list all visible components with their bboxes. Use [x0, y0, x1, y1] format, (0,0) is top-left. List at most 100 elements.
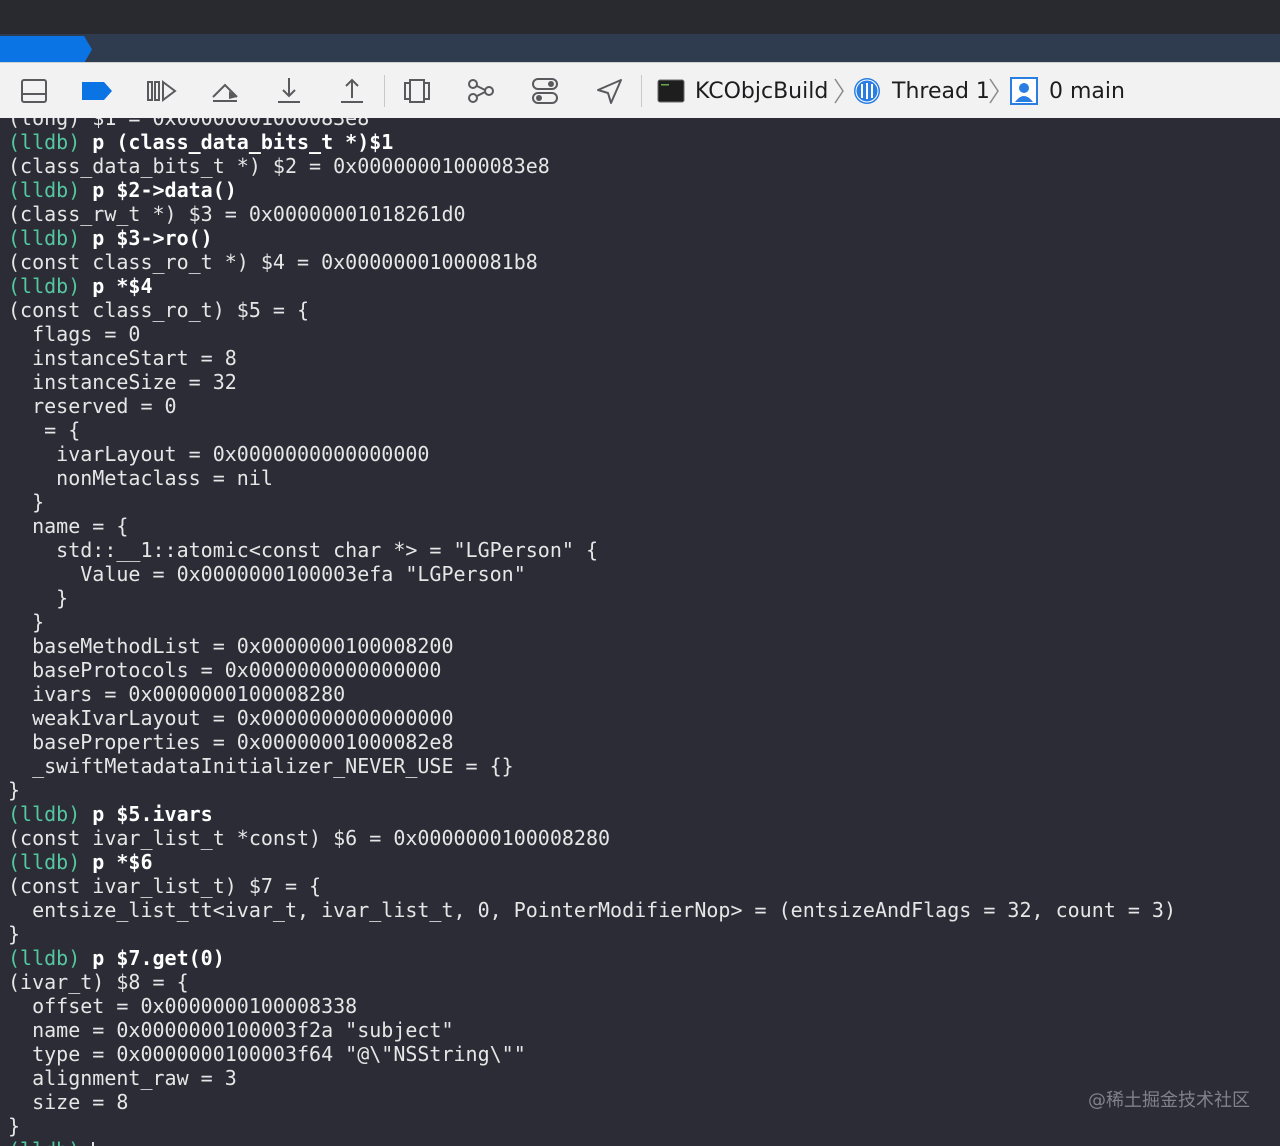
code-line-28-current[interactable]: 28 NSObject *n = [NSObject alloc];: [0, 34, 1280, 154]
step-out-button[interactable]: [334, 73, 370, 109]
lldb-command: p *$6: [92, 850, 153, 874]
console-command-line: (lldb) p $3->ro(): [8, 226, 1176, 250]
memory-graph-button[interactable]: [463, 73, 499, 109]
panel-icon: [21, 79, 47, 103]
console-output-line: = {: [8, 418, 81, 442]
breakpoints-toggle-button[interactable]: [79, 73, 115, 109]
lldb-prompt: (lldb): [8, 946, 81, 970]
console-output-line: name = {: [8, 514, 129, 538]
view-debugger-icon: [404, 79, 430, 103]
console-output-line: reserved = 0: [8, 394, 177, 418]
console-output-line: alignment_raw = 3: [8, 1066, 237, 1090]
console-command-line: (lldb) p $7.get(0): [8, 946, 1176, 970]
console-output-line: (const ivar_list_t *const) $6 = 0x000000…: [8, 826, 611, 850]
lldb-console[interactable]: (long) $1 = 0x00000001000083e8 (lldb) p (…: [0, 118, 1280, 1146]
view-hierarchy-button[interactable]: [399, 73, 435, 109]
simulate-location-button[interactable]: [591, 73, 627, 109]
source-editor[interactable]: 27 LGPerson *p = [LGPerson alloc] ; 28 N…: [0, 0, 1280, 154]
chevron-right-icon: [834, 78, 844, 104]
lldb-prompt: (lldb): [8, 850, 81, 874]
console-output-line: (long) $1 = 0x00000001000083e8: [8, 118, 370, 130]
lldb-command: p *$4: [92, 274, 153, 298]
step-into-button[interactable]: [271, 73, 307, 109]
thread-icon: [852, 76, 882, 106]
code-line-27[interactable]: 27 LGPerson *p = [LGPerson alloc] ;: [0, 3, 1280, 92]
breadcrumb-thread[interactable]: Thread 1: [852, 71, 990, 111]
terminal-icon: [657, 79, 685, 103]
toggles-icon: [532, 78, 558, 104]
user-frame-icon: [1009, 76, 1039, 106]
lldb-command: p $2->data(): [92, 178, 237, 202]
console-output-line: ivarLayout = 0x0000000000000000: [8, 442, 430, 466]
continue-button[interactable]: [143, 73, 179, 109]
console-output-line: (class_data_bits_t *) $2 = 0x00000001000…: [8, 154, 550, 178]
console-output-line: }: [8, 778, 21, 802]
console-output-line: entsize_list_tt<ivar_t, ivar_list_t, 0, …: [8, 898, 1176, 922]
lldb-command: p (class_data_bits_t *)$1: [92, 130, 394, 154]
console-output-line: (ivar_t) $8 = {: [8, 970, 189, 994]
console-output-line: }: [8, 490, 45, 514]
console-command-line: (lldb): [8, 1138, 1176, 1146]
console-output-line: name = 0x0000000100003f2a "subject": [8, 1018, 454, 1042]
console-output-line: offset = 0x0000000100008338: [8, 994, 358, 1018]
console-output-line: _swiftMetadataInitializer_NEVER_USE = {}: [8, 754, 514, 778]
console-output-line: }: [8, 586, 69, 610]
lldb-prompt: (lldb): [8, 130, 81, 154]
console-output-line: type = 0x0000000100003f64 "@\"NSString\"…: [8, 1042, 526, 1066]
environment-overrides-button[interactable]: [527, 73, 563, 109]
console-output-line: weakIvarLayout = 0x0000000000000000: [8, 706, 454, 730]
lldb-command: p $5.ivars: [92, 802, 213, 826]
breadcrumb-frame-label: 0 main: [1049, 78, 1125, 104]
step-over-button[interactable]: [207, 73, 243, 109]
console-command-line: (lldb) p *$4: [8, 274, 1176, 298]
console-output-line: (const ivar_list_t) $7 = {: [8, 874, 322, 898]
memory-graph-icon: [468, 79, 494, 103]
chevron-right-icon: [989, 78, 999, 104]
lldb-prompt: (lldb): [8, 226, 81, 250]
text-cursor: [92, 1141, 95, 1146]
console-output-line: flags = 0: [8, 322, 141, 346]
debug-bar: KCObjcBuild Thread 1 0 main: [0, 62, 1280, 120]
console-command-line: (lldb) p *$6: [8, 850, 1176, 874]
console-output-line: std::__1::atomic<const char *> = "LGPers…: [8, 538, 599, 562]
lldb-prompt: (lldb): [8, 802, 81, 826]
breadcrumb-target[interactable]: KCObjcBuild: [657, 71, 828, 111]
breadcrumb-frame[interactable]: 0 main: [1009, 71, 1125, 111]
console-output-line: ivars = 0x0000000100008280: [8, 682, 346, 706]
continue-icon: [147, 80, 177, 102]
step-out-icon: [341, 78, 363, 103]
console-output-line: baseProtocols = 0x0000000000000000: [8, 658, 442, 682]
toolbar-divider: [384, 75, 385, 107]
console-output-line: size = 8: [8, 1090, 129, 1114]
toolbar-divider: [641, 75, 642, 107]
console-output-line: Value = 0x0000000100003efa "LGPerson": [8, 562, 526, 586]
console-output-line: (const class_ro_t) $5 = {: [8, 298, 310, 322]
console-output-line: baseProperties = 0x00000001000082e8: [8, 730, 454, 754]
console-output-line: }: [8, 1114, 21, 1138]
console-command-line: (lldb) p (class_data_bits_t *)$1: [8, 130, 1176, 154]
step-over-icon: [212, 83, 238, 102]
console-output-line: }: [8, 922, 21, 946]
step-into-icon: [278, 78, 300, 103]
lldb-prompt: (lldb): [8, 274, 81, 298]
hide-debug-area-button[interactable]: [16, 73, 52, 109]
console-output-line: instanceSize = 32: [8, 370, 237, 394]
console-command-line: (lldb) p $5.ivars: [8, 802, 1176, 826]
console-output: (long) $1 = 0x00000001000083e8 (lldb) p (…: [8, 118, 1176, 1146]
console-output-line: baseMethodList = 0x0000000100008200: [8, 634, 454, 658]
watermark: @稀土掘金技术社区: [1088, 1090, 1250, 1111]
console-output-line: }: [8, 610, 45, 634]
console-output-line: (class_rw_t *) $3 = 0x00000001018261d0: [8, 202, 466, 226]
breadcrumb-target-label: KCObjcBuild: [695, 78, 829, 104]
lldb-prompt: (lldb): [8, 178, 81, 202]
breakpoint-icon: [82, 82, 112, 100]
console-output-line: (const class_ro_t *) $4 = 0x000000010000…: [8, 250, 538, 274]
breadcrumb-thread-label: Thread 1: [892, 78, 990, 104]
location-arrow-icon: [597, 79, 622, 104]
lldb-command: p $3->ro(): [92, 226, 213, 250]
console-output-line: instanceStart = 8: [8, 346, 237, 370]
console-command-line: (lldb) p $2->data(): [8, 178, 1176, 202]
instruction-pointer-icon[interactable]: [0, 36, 92, 63]
console-output-line: nonMetaclass = nil: [8, 466, 273, 490]
lldb-command: p $7.get(0): [92, 946, 225, 970]
